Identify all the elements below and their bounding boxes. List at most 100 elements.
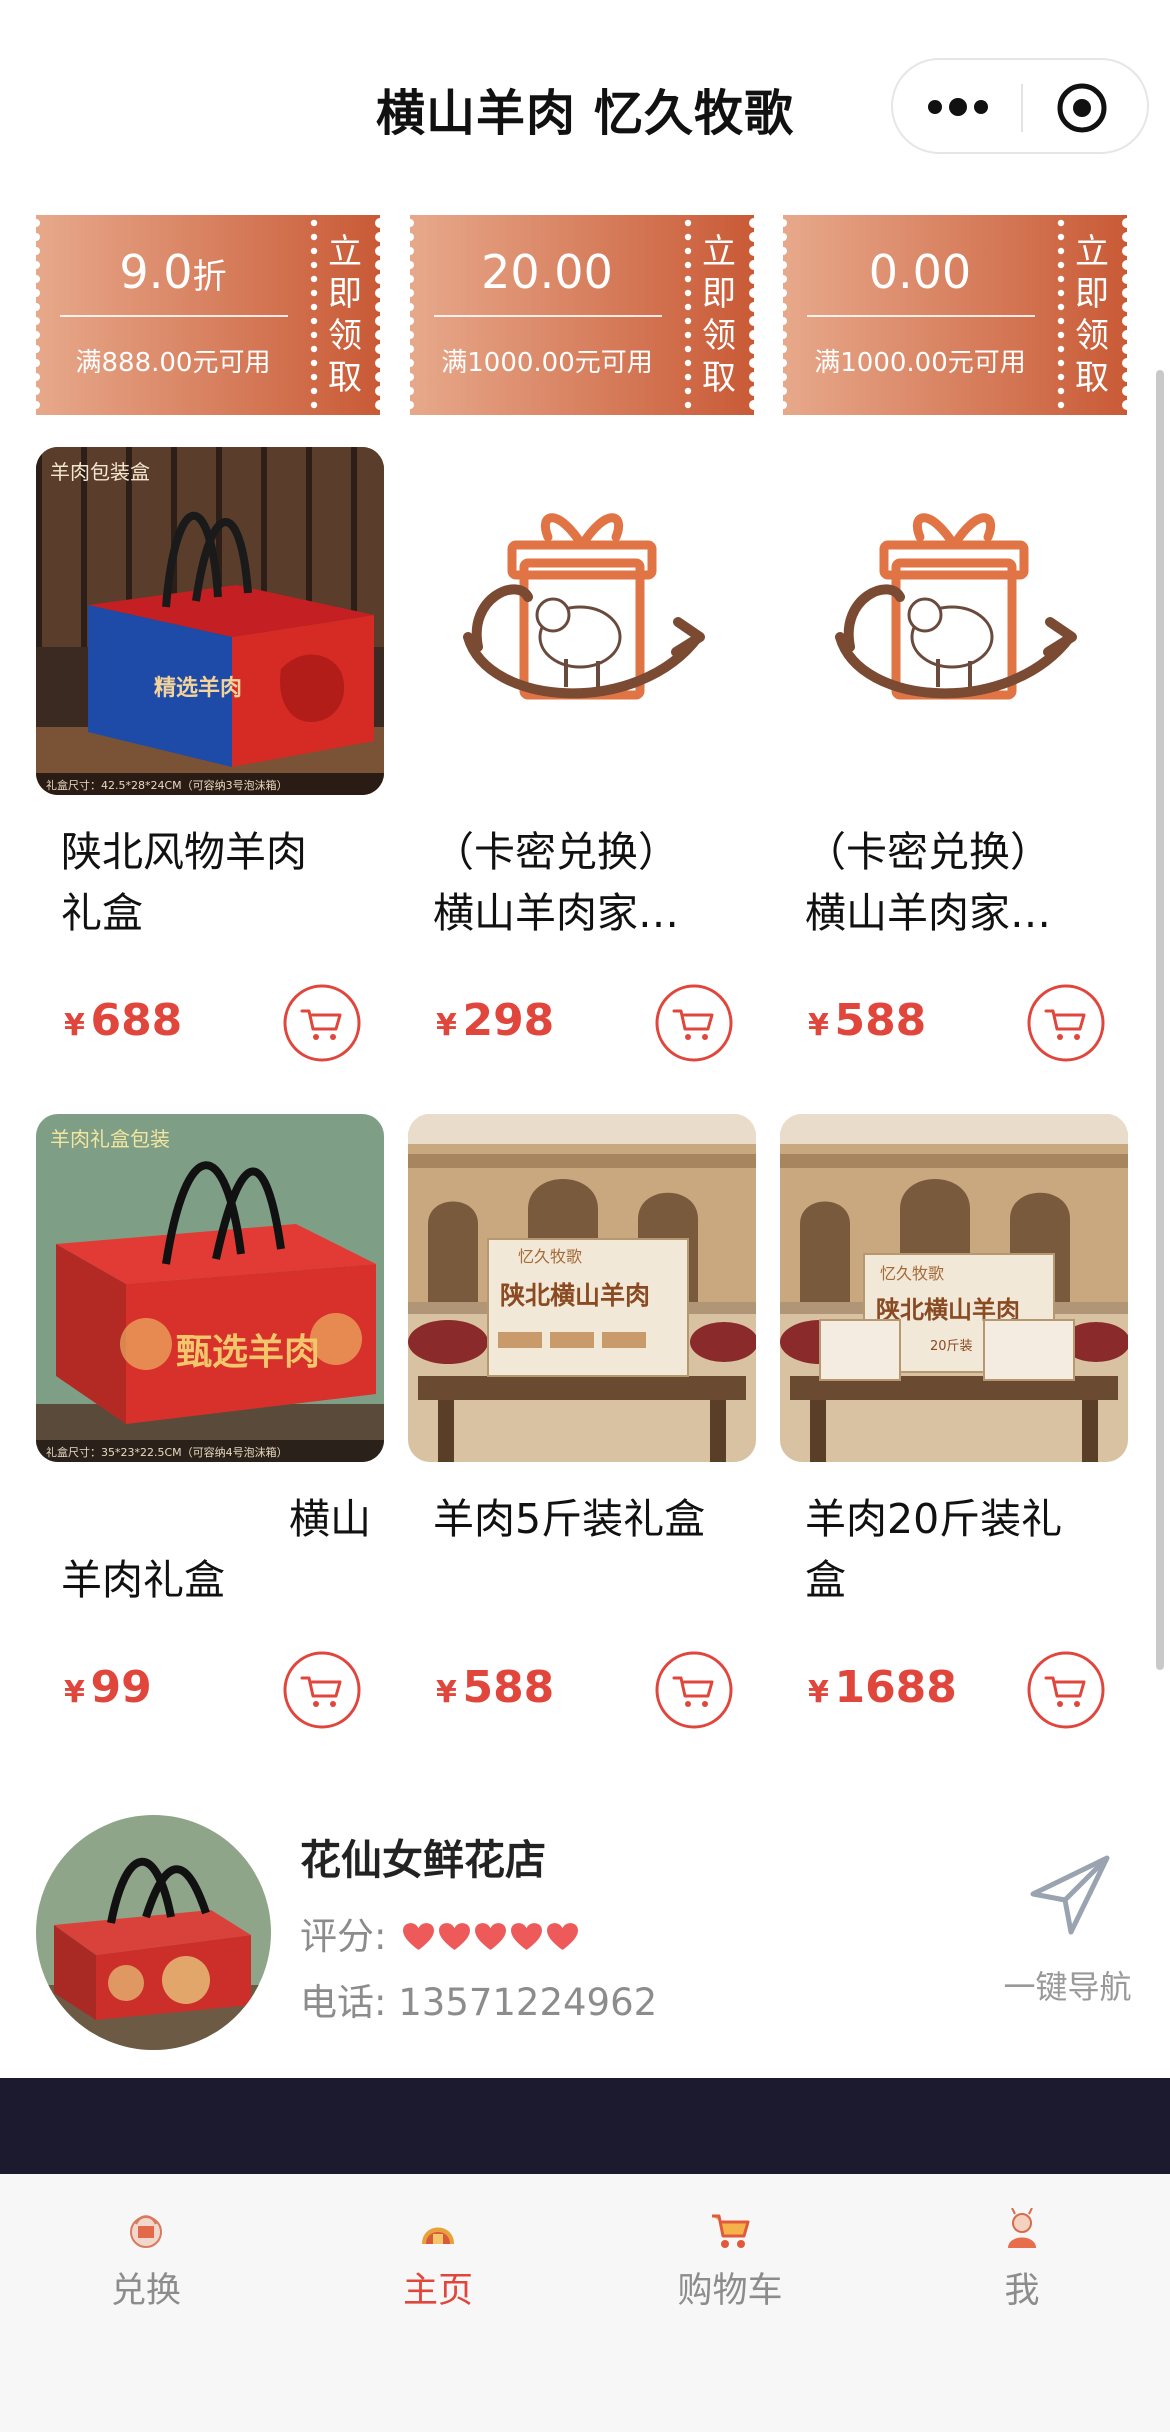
product-price: ¥ 688 bbox=[64, 995, 182, 1046]
heart-icon bbox=[475, 1923, 507, 1950]
store-avatar bbox=[36, 1815, 271, 2050]
product-price: ¥ 298 bbox=[436, 995, 554, 1046]
tab-label: 我 bbox=[1004, 2271, 1040, 2311]
currency-symbol: ¥ bbox=[64, 1008, 85, 1043]
claim-char: 取 bbox=[328, 358, 362, 398]
product-name-line: 羊肉礼盒 bbox=[61, 1556, 225, 1604]
svg-text:陕北横山羊肉: 陕北横山羊肉 bbox=[500, 1281, 650, 1310]
store-name: 花仙女鲜花店 bbox=[300, 1836, 546, 1884]
claim-char: 取 bbox=[702, 358, 736, 398]
coupon-card[interactable]: 9.0折 满888.00元可用 立即领取 bbox=[36, 215, 380, 415]
coupon-condition: 满888.00元可用 bbox=[75, 348, 271, 378]
phone-number[interactable]: 13571224962 bbox=[398, 1981, 657, 2024]
svg-text:羊肉礼盒包装: 羊肉礼盒包装 bbox=[50, 1127, 170, 1151]
product-name-line: 横山羊肉家… bbox=[433, 889, 679, 937]
product-image[interactable] bbox=[408, 447, 756, 795]
product-image[interactable]: 忆久牧歌 陕北横山羊肉 20斤装 bbox=[780, 1114, 1128, 1462]
navigate-button[interactable]: 一键导航 bbox=[1000, 1850, 1132, 2010]
product-price: ¥ 588 bbox=[808, 995, 926, 1046]
claim-char: 领 bbox=[702, 316, 736, 356]
product-name[interactable]: 羊肉20斤装礼 盒 bbox=[805, 1489, 1115, 1611]
claim-coupon-button[interactable]: 立即领取 bbox=[696, 231, 742, 399]
coupon-card[interactable]: 0.00 满1000.00元可用 立即领取 bbox=[783, 215, 1127, 415]
coupon-divider bbox=[434, 315, 662, 317]
rating-hearts bbox=[402, 1917, 582, 1960]
product-image[interactable]: 羊肉包装盒 精选羊肉 礼盒尺寸：42.5*28*24CM（可容纳3号泡沫箱） bbox=[36, 447, 384, 795]
coupon-divider bbox=[60, 315, 288, 317]
svg-text:20斤装: 20斤装 bbox=[930, 1339, 973, 1354]
product-name[interactable]: （卡密兑换） 横山羊肉家… bbox=[805, 822, 1115, 944]
product-image[interactable] bbox=[780, 447, 1128, 795]
claim-char: 领 bbox=[328, 316, 362, 356]
heart-icon bbox=[439, 1923, 471, 1950]
add-to-cart-icon[interactable] bbox=[654, 1650, 734, 1730]
add-to-cart-icon[interactable] bbox=[282, 1650, 362, 1730]
claim-char: 即 bbox=[1075, 274, 1109, 314]
product-name-line: 羊肉5斤装礼盒 bbox=[433, 1495, 706, 1543]
add-to-cart-icon[interactable] bbox=[282, 983, 362, 1063]
claim-coupon-button[interactable]: 立即领取 bbox=[322, 231, 368, 399]
product-name-line: （卡密兑换） bbox=[805, 828, 1051, 876]
heart-icon bbox=[511, 1923, 543, 1950]
product-price: ¥ 588 bbox=[436, 1662, 554, 1713]
price-value: 588 bbox=[834, 995, 927, 1046]
coupon-condition: 满1000.00元可用 bbox=[441, 348, 653, 378]
tab-profile[interactable]: 我 bbox=[876, 2174, 1168, 2314]
claim-char: 领 bbox=[1075, 316, 1109, 356]
tab-label: 兑换 bbox=[110, 2271, 181, 2311]
product-image[interactable]: 忆久牧歌 陕北横山羊肉 bbox=[408, 1114, 756, 1462]
navigation-arrow-icon bbox=[1030, 1855, 1110, 1935]
product-image[interactable]: 羊肉礼盒包装 甄选羊肉 礼盒尺寸：35*23*22.5CM（可容纳4号泡沫箱） bbox=[36, 1114, 384, 1462]
phone-label: 电话: bbox=[300, 1981, 387, 2024]
product-name[interactable]: （卡密兑换） 横山羊肉家… bbox=[433, 822, 743, 944]
svg-text:礼盒尺寸：35*23*22.5CM（可容纳4号泡沫箱）: 礼盒尺寸：35*23*22.5CM（可容纳4号泡沫箱） bbox=[46, 1445, 288, 1459]
tab-home[interactable]: 主页 bbox=[292, 2174, 584, 2314]
svg-text:礼盒尺寸：42.5*28*24CM（可容纳3号泡沫箱）: 礼盒尺寸：42.5*28*24CM（可容纳3号泡沫箱） bbox=[46, 778, 288, 792]
capsule-divider bbox=[1021, 84, 1023, 132]
product-name-line: 礼盒 bbox=[61, 889, 143, 937]
profile-icon bbox=[1008, 2208, 1036, 2248]
coupon-card[interactable]: 20.00 满1000.00元可用 立即领取 bbox=[410, 215, 754, 415]
price-value: 1688 bbox=[834, 1662, 957, 1713]
product-name[interactable]: 横山 羊肉礼盒 bbox=[61, 1489, 371, 1611]
add-to-cart-icon[interactable] bbox=[1026, 983, 1106, 1063]
product-name-line: 横山羊肉家… bbox=[805, 889, 1051, 937]
add-to-cart-icon[interactable] bbox=[654, 983, 734, 1063]
svg-text:忆久牧歌: 忆久牧歌 bbox=[518, 1247, 582, 1266]
tab-exchange[interactable]: 兑换 bbox=[0, 2174, 292, 2314]
miniprogram-capsule bbox=[891, 58, 1149, 154]
price-value: 298 bbox=[462, 995, 555, 1046]
currency-symbol: ¥ bbox=[64, 1675, 85, 1710]
scrollbar[interactable] bbox=[1156, 370, 1164, 1670]
rating-label: 评分: bbox=[300, 1915, 387, 1958]
product-price: ¥ 1688 bbox=[808, 1662, 957, 1713]
coupon-value: 9.0折 bbox=[119, 245, 227, 299]
coupon-value: 20.00 bbox=[481, 245, 613, 299]
navigate-label: 一键导航 bbox=[1003, 1968, 1132, 2006]
heart-icon bbox=[403, 1923, 435, 1950]
more-icon[interactable] bbox=[927, 92, 989, 122]
currency-symbol: ¥ bbox=[436, 1008, 457, 1043]
coupon-value: 0.00 bbox=[868, 245, 972, 299]
close-miniprogram-icon[interactable] bbox=[1056, 82, 1108, 134]
claim-char: 立 bbox=[702, 232, 736, 272]
tab-label: 购物车 bbox=[677, 2271, 783, 2311]
cart-icon bbox=[712, 2214, 750, 2248]
product-name[interactable]: 陕北风物羊肉 礼盒 bbox=[61, 822, 371, 944]
claim-char: 即 bbox=[702, 274, 736, 314]
currency-symbol: ¥ bbox=[436, 1675, 457, 1710]
product-name[interactable]: 羊肉5斤装礼盒 bbox=[433, 1489, 743, 1550]
claim-coupon-button[interactable]: 立即领取 bbox=[1069, 231, 1115, 399]
product-name-line: （卡密兑换） bbox=[433, 828, 679, 876]
svg-text:精选羊肉: 精选羊肉 bbox=[154, 675, 242, 701]
currency-symbol: ¥ bbox=[808, 1675, 829, 1710]
price-value: 99 bbox=[90, 1662, 152, 1713]
nav-header: 横山羊肉 忆久牧歌 bbox=[0, 0, 1170, 210]
tab-cart[interactable]: 购物车 bbox=[584, 2174, 876, 2314]
store-phone[interactable]: 电话: 13571224962 bbox=[300, 1972, 657, 2026]
add-to-cart-icon[interactable] bbox=[1026, 1650, 1106, 1730]
tab-label: 主页 bbox=[402, 2271, 473, 2311]
tab-bar: 兑换 主页 购物车 我 bbox=[0, 2174, 1170, 2432]
product-name-line: 盒 bbox=[805, 1556, 846, 1604]
claim-char: 取 bbox=[1075, 358, 1109, 398]
